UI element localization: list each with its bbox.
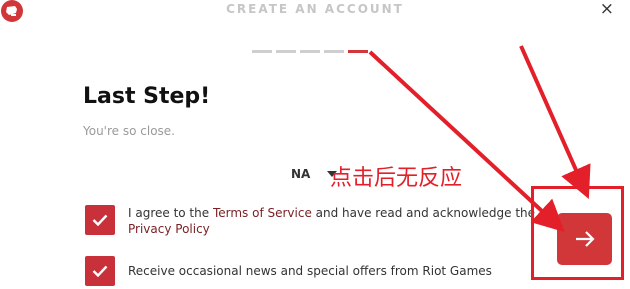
step-progress [252,50,368,53]
page-title: Last Step! [83,84,211,109]
page-subtitle: You're so close. [83,124,175,138]
annotation-arrow-2 [519,45,591,199]
terms-text: I agree to the Terms of Service and have… [128,205,548,237]
progress-step-5 [348,50,368,53]
terms-agreement-row: I agree to the Terms of Service and have… [85,205,548,237]
news-opt-in-row: Receive occasional news and special offe… [85,256,548,286]
checkmark-icon [92,265,108,277]
progress-step-1 [252,50,272,53]
window-title: CREATE AN ACCOUNT [226,2,404,16]
news-text: Receive occasional news and special offe… [128,264,492,278]
progress-step-4 [324,50,344,53]
terms-checkbox[interactable] [85,205,115,235]
region-value: NA [291,167,311,181]
news-checkbox[interactable] [85,256,115,286]
annotation-arrow-1 [368,50,565,233]
account-creation-window: CREATE AN ACCOUNT × Last Step! You're so… [0,0,630,289]
progress-step-2 [276,50,296,53]
terms-middle: and have read and acknowledge the [311,206,536,220]
terms-prefix: I agree to the [128,206,213,220]
progress-step-3 [300,50,320,53]
annotation-arrows [368,45,591,233]
next-button[interactable] [557,213,612,265]
close-button[interactable]: × [600,0,614,18]
terms-of-service-link[interactable]: Terms of Service [213,206,312,220]
privacy-policy-link[interactable]: Privacy Policy [128,222,210,236]
annotation-text: 点击后无反应 [330,166,463,191]
arrow-right-icon [575,231,595,247]
checkmark-icon [92,214,108,226]
